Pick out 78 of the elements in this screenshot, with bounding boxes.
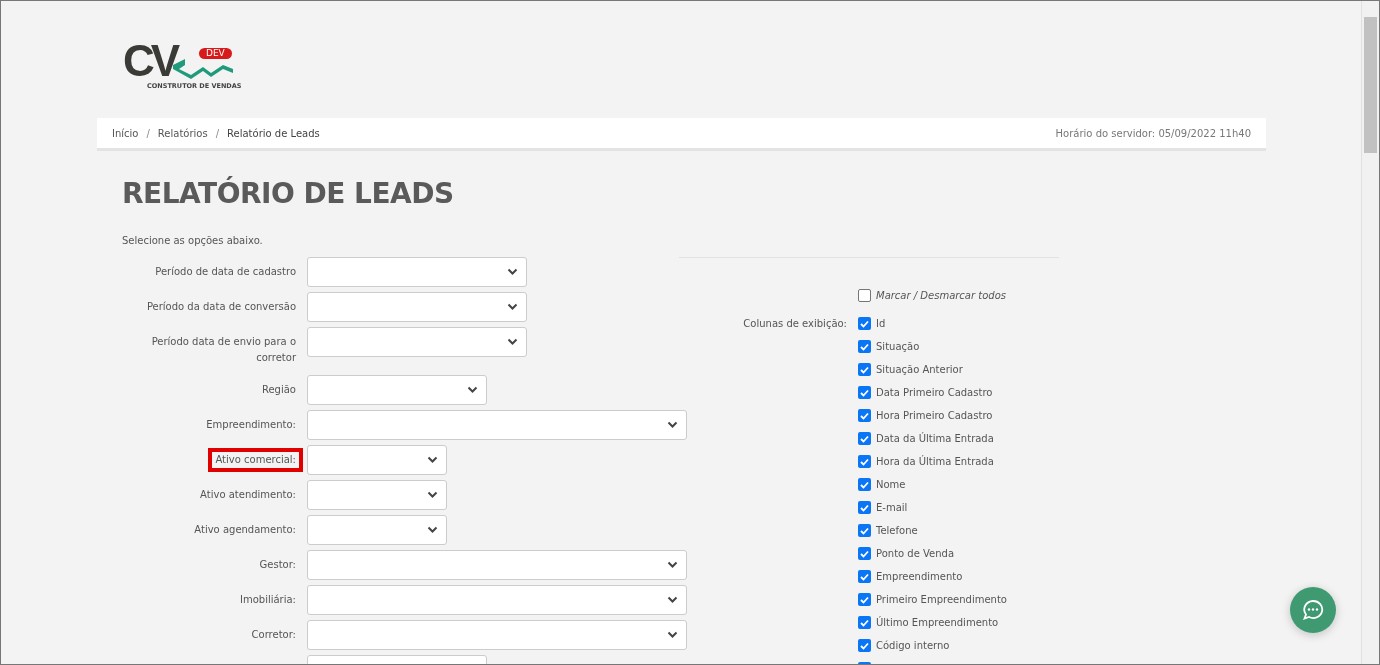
chevron-down-icon <box>667 421 678 429</box>
checkbox[interactable] <box>858 363 871 376</box>
field-label: Período data de envio para o corretor <box>150 335 297 365</box>
field-label: Período de data de cadastro <box>154 265 297 279</box>
checkbox-label[interactable]: Data da Última Entrada <box>876 433 994 444</box>
chevron-down-icon <box>507 338 518 346</box>
checkbox[interactable] <box>858 478 871 491</box>
checkbox-label[interactable]: Situação Anterior <box>876 364 963 375</box>
breadcrumb-separator: / <box>215 127 220 139</box>
dropdown-field[interactable] <box>307 327 527 357</box>
field-label: Ativo agendamento: <box>193 523 297 537</box>
dropdown-field[interactable] <box>307 515 447 545</box>
checkbox-label[interactable]: Hora Primeiro Cadastro <box>876 410 993 421</box>
breadcrumb-current[interactable]: Relatório de Leads <box>227 127 320 139</box>
chevron-down-icon <box>667 631 678 639</box>
chevron-down-icon <box>507 303 518 311</box>
breadcrumb-separator: / <box>146 127 150 139</box>
checkbox-label[interactable]: Nome <box>876 479 906 490</box>
chat-button[interactable] <box>1290 587 1336 633</box>
page-title: RELATÓRIO DE LEADS <box>122 175 455 209</box>
dropdown-field[interactable] <box>307 480 447 510</box>
dropdown-field[interactable] <box>307 257 527 287</box>
server-time: Horário do servidor: 05/09/2022 11h40 <box>1055 127 1251 139</box>
checkbox-label[interactable]: Id <box>876 318 886 329</box>
dropdown-field[interactable] <box>307 375 487 405</box>
checkbox[interactable] <box>858 455 871 468</box>
chevron-down-icon <box>427 456 438 464</box>
dropdown-field[interactable] <box>307 585 687 615</box>
dropdown-field[interactable] <box>307 292 527 322</box>
checkbox-label[interactable]: Telefone <box>876 525 918 536</box>
breadcrumb-link[interactable]: Início <box>112 127 139 139</box>
checkbox[interactable] <box>858 409 871 422</box>
checkbox-label[interactable]: Último Empreendimento <box>876 617 999 628</box>
checkbox[interactable] <box>858 524 871 537</box>
chevron-down-icon <box>427 526 438 534</box>
dropdown-field[interactable] <box>307 445 447 475</box>
field-label: Gestor: <box>258 558 297 572</box>
checkbox-label[interactable]: Data Primeiro Cadastro <box>876 387 993 398</box>
field-label: Ativo comercial: <box>208 448 303 472</box>
field-label: Ativo atendimento: <box>199 488 297 502</box>
checkbox[interactable] <box>858 501 871 514</box>
checkbox[interactable] <box>858 639 871 652</box>
checkbox-label[interactable]: Empreendimento <box>876 571 963 582</box>
dropdown-field[interactable] <box>307 550 687 580</box>
chevron-down-icon <box>427 491 438 499</box>
field-label: Região <box>260 383 297 397</box>
chevron-down-icon <box>467 386 478 394</box>
scrollbar-thumb[interactable] <box>1364 17 1377 153</box>
dropdown-field[interactable] <box>307 410 687 440</box>
checkbox[interactable] <box>858 317 871 330</box>
checkbox[interactable] <box>858 593 871 606</box>
checkbox[interactable] <box>858 570 871 583</box>
checkbox-label[interactable]: Código interno <box>876 640 950 651</box>
checkbox[interactable] <box>858 386 871 399</box>
breadcrumb-link[interactable]: Relatórios <box>157 127 208 139</box>
field-label: Imobiliária: <box>239 593 297 607</box>
intro-text: Selecione as opções abaixo. <box>122 235 264 248</box>
checkbox-label[interactable]: Primeiro Empreendimento <box>876 594 1007 605</box>
checkbox-label[interactable]: Marcar / Desmarcar todos <box>876 290 1006 301</box>
field-label: Empreendimento: <box>205 418 297 432</box>
columns-label: Colunas de exibição: <box>743 318 847 329</box>
checkbox[interactable] <box>858 547 871 560</box>
chevron-down-icon <box>667 561 678 569</box>
checkbox-label[interactable]: Ponto de Venda <box>876 548 955 559</box>
checkbox-label[interactable]: Hora da Última Entrada <box>876 456 994 467</box>
checkbox-label[interactable]: Situação <box>876 341 920 352</box>
field-label: Período da data de conversão <box>145 300 297 314</box>
dropdown-field[interactable] <box>307 620 687 650</box>
field-label: Corretor: <box>250 628 297 642</box>
checkbox[interactable] <box>858 432 871 445</box>
checkbox-label[interactable]: E-mail <box>876 502 908 513</box>
dev-badge: DEV <box>199 48 232 59</box>
checkbox[interactable] <box>858 616 871 629</box>
chevron-down-icon <box>667 596 678 604</box>
checkbox[interactable] <box>858 340 871 353</box>
chat-bubble-icon <box>1302 599 1324 621</box>
checkbox[interactable] <box>858 289 871 302</box>
chevron-down-icon <box>507 268 518 276</box>
